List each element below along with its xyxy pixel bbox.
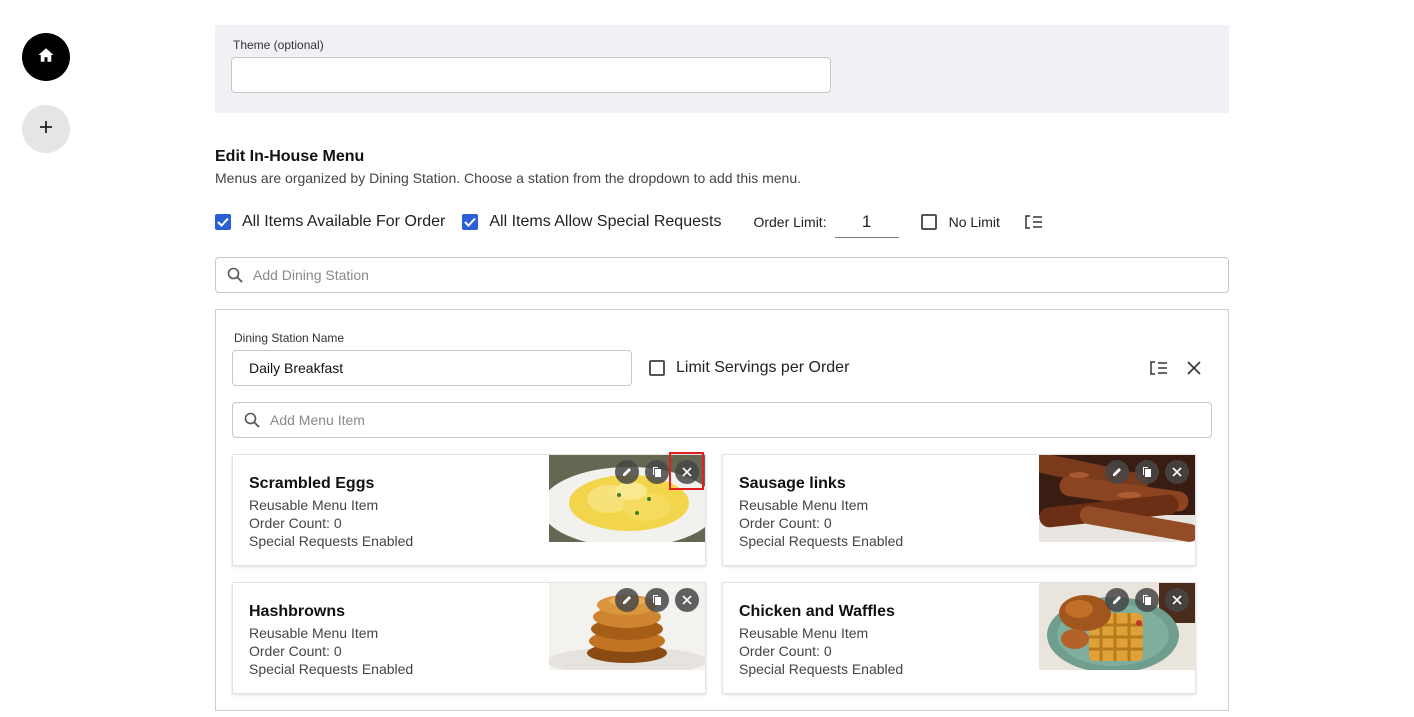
- reorder-icon[interactable]: [1024, 215, 1044, 229]
- menu-item-type: Reusable Menu Item: [739, 625, 869, 641]
- order-limit-label: Order Limit:: [753, 214, 827, 230]
- theme-panel: Theme (optional): [215, 25, 1229, 113]
- menu-item-special-requests: Special Requests Enabled: [249, 533, 414, 549]
- menu-item-title: Hashbrowns: [249, 603, 346, 620]
- copy-button[interactable]: [645, 588, 669, 612]
- edit-button[interactable]: [1105, 588, 1129, 612]
- menu-item-title: Sausage links: [739, 475, 846, 492]
- menu-item-card[interactable]: Chicken and Waffles Reusable Menu Item O…: [722, 582, 1196, 694]
- special-requests-checkbox[interactable]: [462, 214, 479, 230]
- station-reorder-icon[interactable]: [1148, 357, 1170, 379]
- special-requests-label: All Items Allow Special Requests: [489, 213, 722, 230]
- copy-button[interactable]: [1135, 588, 1159, 612]
- limit-servings-row: Limit Servings per Order: [649, 356, 849, 380]
- edit-button[interactable]: [615, 460, 639, 484]
- delete-button[interactable]: [1165, 460, 1189, 484]
- search-icon: [244, 412, 260, 428]
- all-available-checkbox[interactable]: [215, 214, 231, 230]
- order-limit-input[interactable]: 1: [834, 206, 899, 238]
- no-limit-checkbox[interactable]: [920, 214, 937, 230]
- station-name-label: Dining Station Name: [234, 331, 345, 345]
- menu-item-title: Chicken and Waffles: [739, 603, 895, 620]
- no-limit-label: No Limit: [948, 214, 1000, 230]
- menu-item-type: Reusable Menu Item: [739, 497, 869, 513]
- copy-button[interactable]: [1135, 460, 1159, 484]
- menu-item-search-placeholder: Add Menu Item: [270, 412, 365, 428]
- home-icon: [37, 46, 55, 69]
- menu-options-row: All Items Available For Order All Items …: [215, 206, 1044, 238]
- limit-servings-label: Limit Servings per Order: [676, 359, 850, 376]
- delete-button[interactable]: [675, 460, 699, 484]
- theme-input[interactable]: [231, 57, 831, 93]
- menu-item-order-count: Order Count: 0: [249, 643, 342, 659]
- delete-button[interactable]: [675, 588, 699, 612]
- menu-item-card[interactable]: Scrambled Eggs Reusable Menu Item Order …: [232, 452, 706, 566]
- menu-section-description: Menus are organized by Dining Station. C…: [215, 170, 802, 186]
- home-button[interactable]: [22, 33, 70, 81]
- menu-item-order-count: Order Count: 0: [739, 515, 832, 531]
- plus-icon: [39, 120, 53, 139]
- menu-item-special-requests: Special Requests Enabled: [249, 661, 414, 677]
- menu-item-card[interactable]: Sausage links Reusable Menu Item Order C…: [722, 454, 1196, 566]
- menu-item-title: Scrambled Eggs: [249, 475, 375, 492]
- copy-button[interactable]: [645, 460, 669, 484]
- theme-label: Theme (optional): [233, 38, 324, 52]
- delete-button[interactable]: [1165, 588, 1189, 612]
- station-close-icon[interactable]: [1183, 357, 1205, 379]
- edit-button[interactable]: [615, 588, 639, 612]
- menu-item-special-requests: Special Requests Enabled: [739, 533, 904, 549]
- menu-section-title: Edit In-House Menu: [215, 148, 365, 165]
- menu-item-card[interactable]: Hashbrowns Reusable Menu Item Order Coun…: [232, 582, 706, 694]
- dining-station-search[interactable]: Add Dining Station: [215, 257, 1229, 293]
- add-button[interactable]: [22, 105, 70, 153]
- menu-item-order-count: Order Count: 0: [249, 515, 342, 531]
- menu-item-search[interactable]: Add Menu Item: [232, 402, 1212, 438]
- edit-button[interactable]: [1105, 460, 1129, 484]
- search-icon: [227, 267, 243, 283]
- menu-item-type: Reusable Menu Item: [249, 625, 379, 641]
- station-name-input[interactable]: Daily Breakfast: [232, 350, 632, 386]
- menu-item-special-requests: Special Requests Enabled: [739, 661, 904, 677]
- dining-station-search-placeholder: Add Dining Station: [253, 267, 369, 283]
- menu-item-type: Reusable Menu Item: [249, 497, 379, 513]
- dining-station-panel: Dining Station Name Daily Breakfast Limi…: [215, 309, 1229, 711]
- limit-servings-checkbox[interactable]: [649, 360, 665, 376]
- all-available-label: All Items Available For Order: [242, 213, 446, 230]
- menu-item-order-count: Order Count: 0: [739, 643, 832, 659]
